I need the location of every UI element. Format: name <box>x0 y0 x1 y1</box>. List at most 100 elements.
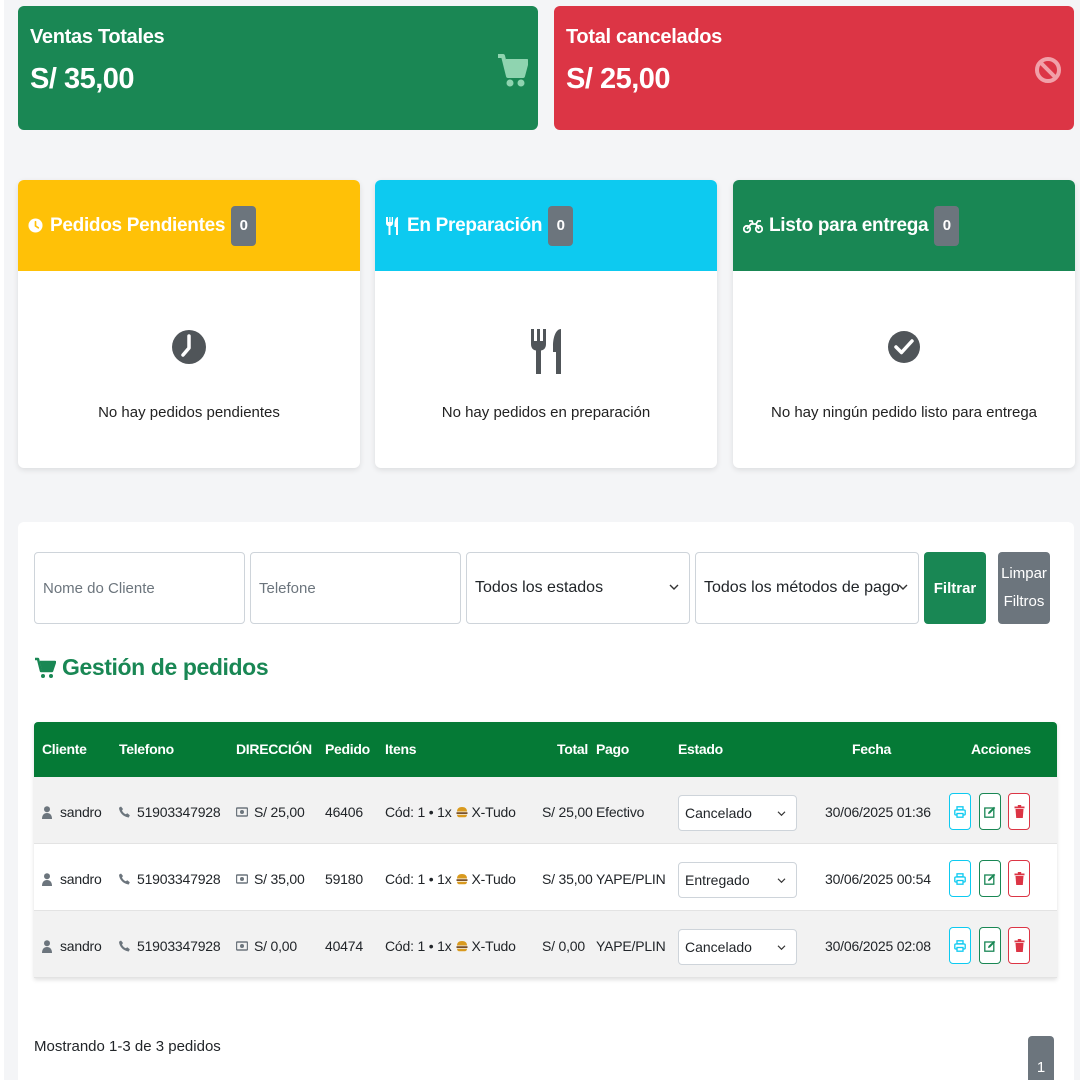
cell-date: 30/06/2025 01:36 <box>825 804 931 820</box>
item-code: Cód: 1 • 1x <box>385 871 452 887</box>
order-total: S/ 0,00 <box>542 938 585 954</box>
table-header: Cliente Telefono DIRECCIÓN Pedido Itens … <box>34 722 1057 777</box>
delete-button[interactable] <box>1008 927 1030 964</box>
client-name: sandro <box>60 938 102 954</box>
orders-table: Cliente Telefono DIRECCIÓN Pedido Itens … <box>34 722 1057 978</box>
header-address: DIRECCIÓN <box>236 741 312 757</box>
total-cancelled-title: Total cancelados <box>566 26 722 48</box>
preparation-orders-title: En Preparación <box>407 214 543 236</box>
order-number: 40474 <box>325 938 363 954</box>
order-total: S/ 25,00 <box>542 804 593 820</box>
cell-total: S/ 0,00 <box>542 938 585 954</box>
cell-order: 40474 <box>325 938 363 954</box>
edit-button[interactable] <box>979 927 1001 964</box>
utensils-icon <box>385 215 403 237</box>
burger-icon <box>456 940 468 952</box>
filter-button[interactable]: Filtrar <box>924 552 986 624</box>
page-button-1[interactable]: 1 <box>1028 1036 1054 1080</box>
pending-orders-title: Pedidos Pendientes <box>50 214 226 236</box>
clock-icon <box>172 330 206 364</box>
state-filter-value: Todos los estados <box>475 579 604 596</box>
phone-icon <box>119 939 131 953</box>
cell-payment: YAPE/PLIN <box>596 938 666 954</box>
phone-input[interactable] <box>250 552 461 624</box>
trash-icon <box>1014 872 1024 885</box>
cell-client: sandro <box>42 871 102 887</box>
payment-filter-select[interactable]: Todos los métodos de pago <box>695 552 919 624</box>
payment-method: YAPE/PLIN <box>596 938 666 954</box>
order-state-select[interactable]: Cancelado <box>678 929 797 965</box>
clock-icon <box>28 215 46 237</box>
order-date: 30/06/2025 01:36 <box>825 804 931 820</box>
order-date: 30/06/2025 00:54 <box>825 871 931 887</box>
user-icon <box>42 805 54 819</box>
print-icon <box>954 805 966 818</box>
address-value: S/ 0,00 <box>254 938 297 954</box>
order-number: 59180 <box>325 871 363 887</box>
table-row: sandro 51903347928 S/ 35,00 59180 Cód: 1… <box>34 844 1057 911</box>
pending-empty-message: No hay pedidos pendientes <box>98 404 280 421</box>
client-phone: 51903347928 <box>137 871 221 887</box>
order-state-value: Entregado <box>685 872 750 888</box>
client-phone: 51903347928 <box>137 804 221 820</box>
payment-filter-value: Todos los métodos de pago <box>704 579 900 596</box>
preparation-orders-header: En Preparación 0 <box>375 180 717 271</box>
cell-phone: 51903347928 <box>119 871 221 887</box>
order-number: 46406 <box>325 804 363 820</box>
chevron-down-icon <box>898 584 908 590</box>
header-items: Itens <box>385 741 417 757</box>
chevron-down-icon <box>777 945 786 951</box>
header-date: Fecha <box>852 741 891 757</box>
print-icon <box>954 939 966 952</box>
total-cancelled-card: Total cancelados S/ 25,00 <box>554 6 1074 130</box>
cell-address: S/ 25,00 <box>236 804 305 820</box>
cell-payment: Efectivo <box>596 804 644 820</box>
user-icon <box>42 872 54 886</box>
print-button[interactable] <box>949 927 971 964</box>
client-name-input[interactable] <box>34 552 245 624</box>
cell-address: S/ 35,00 <box>236 871 305 887</box>
edit-button[interactable] <box>979 860 1001 897</box>
item-code: Cód: 1 • 1x <box>385 938 452 954</box>
state-filter-select[interactable]: Todos los estados <box>466 552 690 624</box>
item-code: Cód: 1 • 1x <box>385 804 452 820</box>
ready-orders-card: Listo para entrega 0 No hay ningún pedid… <box>733 180 1075 468</box>
item-name: X-Tudo <box>471 804 516 820</box>
chevron-down-icon <box>777 811 786 817</box>
cell-phone: 51903347928 <box>119 804 221 820</box>
pending-count-badge: 0 <box>231 205 257 246</box>
order-state-value: Cancelado <box>685 805 752 821</box>
header-payment: Pago <box>596 741 630 757</box>
delete-button[interactable] <box>1008 860 1030 897</box>
header-phone: Telefono <box>119 741 174 757</box>
client-name: sandro <box>60 804 102 820</box>
header-total: Total <box>557 741 588 757</box>
header-actions: Acciones <box>971 741 1031 757</box>
section-title: Gestión de pedidos <box>34 654 269 681</box>
preparation-count-badge: 0 <box>548 205 574 246</box>
motorcycle-icon <box>743 215 765 237</box>
check-circle-icon <box>888 331 920 363</box>
order-state-select[interactable]: Entregado <box>678 862 797 898</box>
edit-button[interactable] <box>979 793 1001 830</box>
preparation-empty-message: No hay pedidos en preparación <box>441 404 651 421</box>
order-state-select[interactable]: Cancelado <box>678 795 797 831</box>
edit-icon <box>984 940 996 952</box>
clear-filters-button[interactable]: Limpar Filtros <box>998 552 1050 624</box>
burger-icon <box>456 873 468 885</box>
edit-icon <box>984 806 996 818</box>
edit-icon <box>984 873 996 885</box>
user-icon <box>42 939 54 953</box>
cart-icon <box>35 657 56 678</box>
clear-filters-label-2: Filtros <box>1003 593 1045 610</box>
delete-button[interactable] <box>1008 793 1030 830</box>
header-order: Pedido <box>325 741 370 757</box>
cell-order: 46406 <box>325 804 363 820</box>
order-state-value: Cancelado <box>685 939 752 955</box>
total-sales-card: Ventas Totales S/ 35,00 <box>18 6 538 130</box>
phone-icon <box>119 872 131 886</box>
print-button[interactable] <box>949 793 971 830</box>
print-button[interactable] <box>949 860 971 897</box>
table-row: sandro 51903347928 S/ 0,00 40474 Cód: 1 … <box>34 911 1057 978</box>
money-icon <box>236 939 248 953</box>
